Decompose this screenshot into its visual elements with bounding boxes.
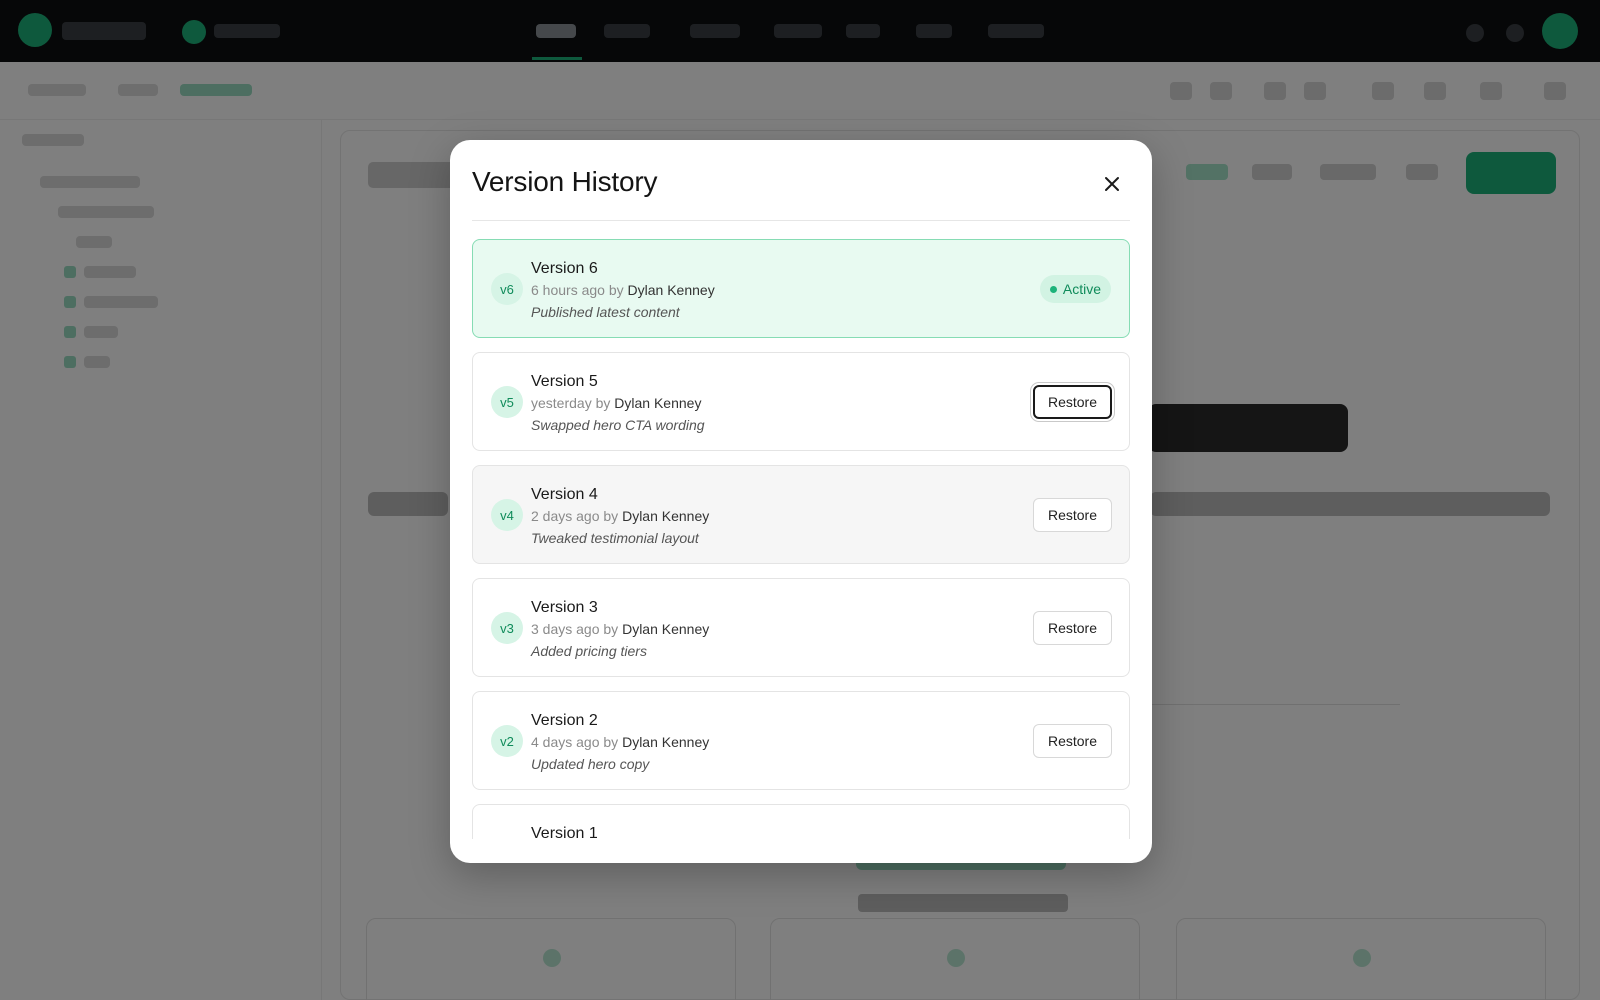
version-description: Tweaked testimonial layout <box>531 530 699 546</box>
version-item[interactable]: Version 1 <box>472 804 1130 839</box>
version-name: Version 6 <box>531 260 598 277</box>
version-badge: v2 <box>491 725 523 757</box>
version-time: 3 days ago <box>531 621 600 637</box>
version-meta: 3 days ago by Dylan Kenney <box>531 621 709 637</box>
version-item[interactable]: v3 Version 3 3 days ago by Dylan Kenney … <box>472 578 1130 677</box>
version-description: Added pricing tiers <box>531 643 647 659</box>
version-list[interactable]: v6 Version 6 6 hours ago by Dylan Kenney… <box>472 239 1132 839</box>
version-by: by <box>603 508 619 524</box>
version-name: Version 3 <box>531 599 598 616</box>
version-description: Swapped hero CTA wording <box>531 417 705 433</box>
restore-button[interactable]: Restore <box>1033 498 1112 532</box>
version-name: Version 2 <box>531 712 598 729</box>
version-item[interactable]: v2 Version 2 4 days ago by Dylan Kenney … <box>472 691 1130 790</box>
version-time: 6 hours ago <box>531 282 605 298</box>
version-badge: v5 <box>491 386 523 418</box>
version-meta: 4 days ago by Dylan Kenney <box>531 734 709 750</box>
close-button[interactable] <box>1094 166 1130 202</box>
version-author: Dylan Kenney <box>614 395 702 411</box>
version-badge: v4 <box>491 499 523 531</box>
version-time: 2 days ago <box>531 508 600 524</box>
version-author: Dylan Kenney <box>622 621 710 637</box>
restore-button[interactable]: Restore <box>1033 724 1112 758</box>
version-badge: v3 <box>491 612 523 644</box>
status-dot-icon <box>1049 285 1057 293</box>
version-badge: v6 <box>491 273 523 305</box>
version-by: by <box>603 621 619 637</box>
version-item[interactable]: v4 Version 4 2 days ago by Dylan Kenney … <box>472 465 1130 564</box>
version-name: Version 5 <box>531 373 598 390</box>
version-by: by <box>608 282 624 298</box>
status-badge: Active <box>1039 275 1111 303</box>
version-author: Dylan Kenney <box>627 282 715 298</box>
version-time: 4 days ago <box>531 734 600 750</box>
version-author: Dylan Kenney <box>622 734 710 750</box>
version-meta: yesterday by Dylan Kenney <box>531 395 701 411</box>
version-description: Updated hero copy <box>531 756 650 772</box>
version-history-modal: Version History v6 Version 6 6 hours ago… <box>450 140 1152 863</box>
version-by: by <box>595 395 611 411</box>
close-icon <box>1105 177 1119 191</box>
status-label: Active <box>1062 281 1101 297</box>
version-meta: 6 hours ago by Dylan Kenney <box>531 282 715 298</box>
version-item[interactable]: v6 Version 6 6 hours ago by Dylan Kenney… <box>472 239 1130 338</box>
version-by: by <box>603 734 619 750</box>
version-time: yesterday <box>531 395 592 411</box>
version-item[interactable]: v5 Version 5 yesterday by Dylan Kenney S… <box>472 352 1130 451</box>
modal-header: Version History <box>472 140 1130 221</box>
restore-button[interactable]: Restore <box>1033 385 1112 419</box>
version-meta: 2 days ago by Dylan Kenney <box>531 508 709 524</box>
version-name: Version 1 <box>531 825 598 839</box>
modal-title: Version History <box>472 166 658 197</box>
restore-button[interactable]: Restore <box>1033 611 1112 645</box>
version-name: Version 4 <box>531 486 598 503</box>
version-description: Published latest content <box>531 304 680 320</box>
version-author: Dylan Kenney <box>622 508 710 524</box>
